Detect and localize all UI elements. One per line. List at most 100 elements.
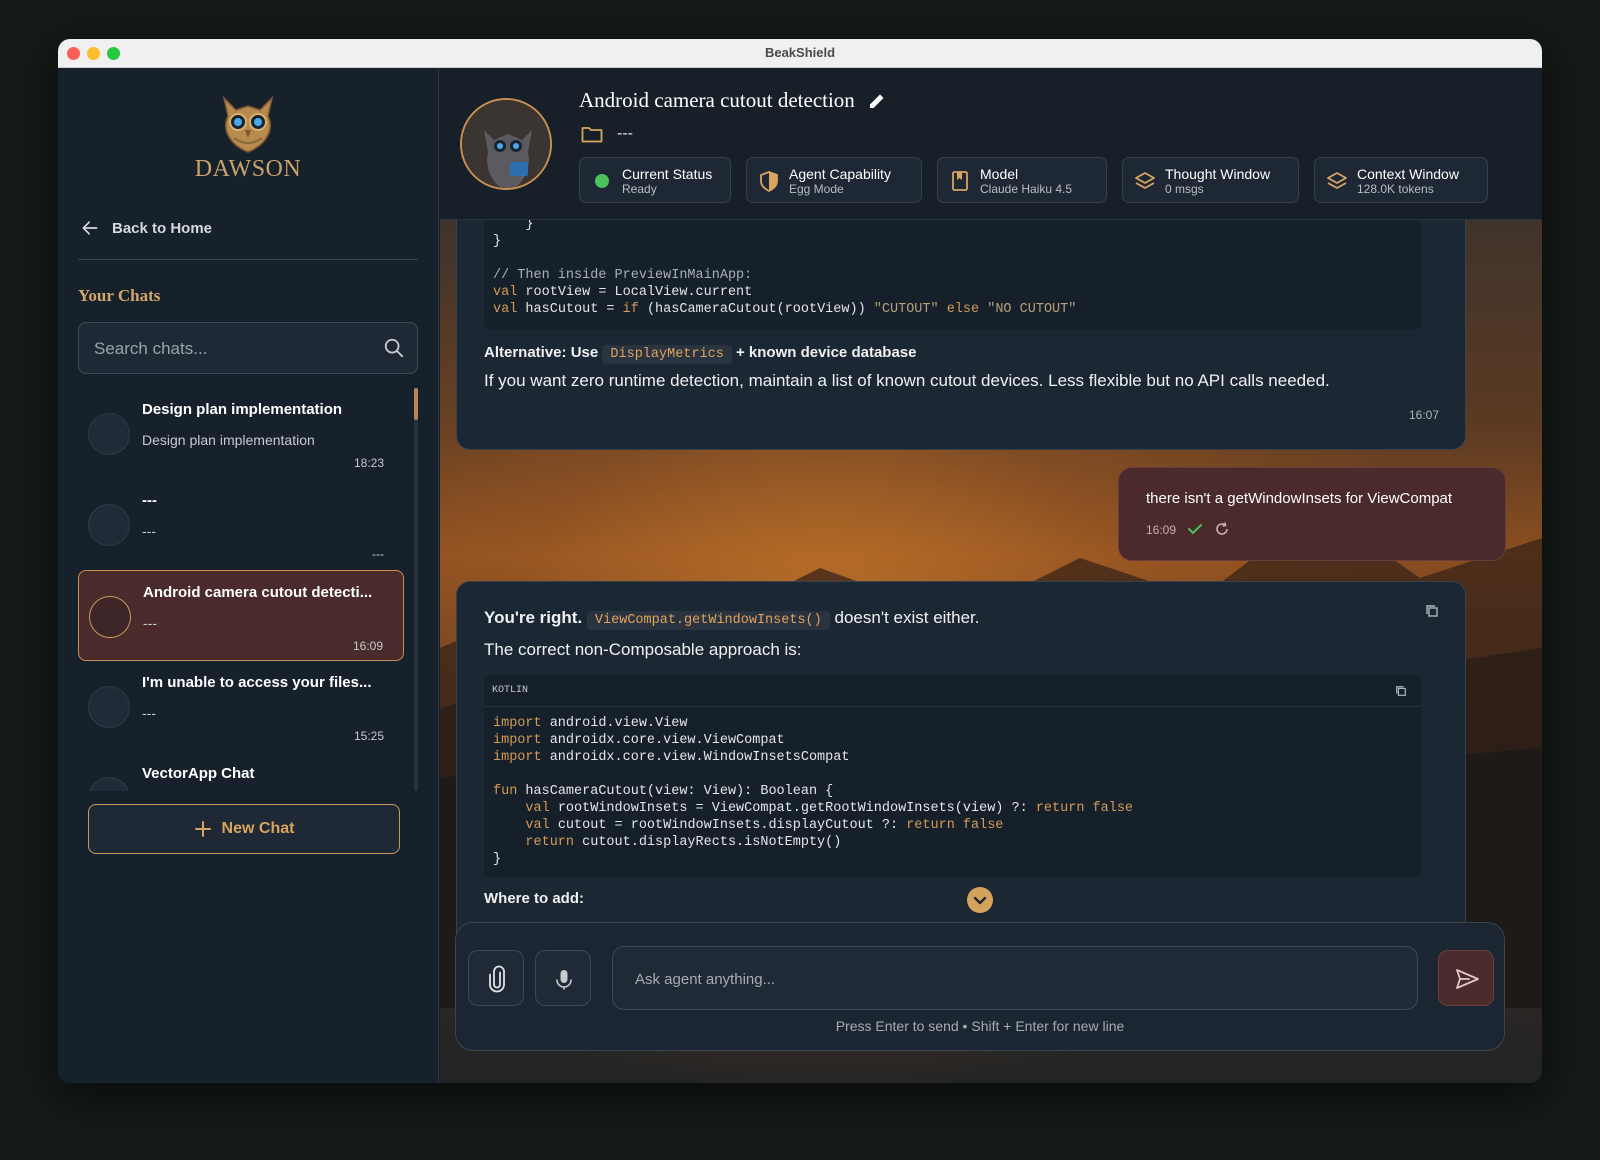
composer-hint: Press Enter to send • Shift + Enter for …	[835, 1018, 1125, 1034]
user-message: there isn't a getWindowInsets for ViewCo…	[1118, 467, 1506, 561]
alt-suffix: + known device database	[735, 344, 917, 361]
message-input-wrapper	[612, 946, 1418, 1010]
new-chat-label: New Chat	[221, 820, 295, 837]
search-icon[interactable]	[383, 337, 405, 359]
plus-icon	[194, 821, 211, 837]
lead-strong: You're right.	[484, 608, 583, 627]
code-line: val cutout = rootWindowInsets.displayCut…	[525, 818, 1004, 833]
layers-icon	[1135, 172, 1155, 189]
code-line: fun hasCameraCutout(view: View): Boolean…	[493, 784, 834, 799]
lead-suffix: doesn't exist either.	[834, 608, 980, 627]
send-button[interactable]	[1438, 950, 1494, 1006]
chat-list: Design plan implementation Design plan i…	[78, 388, 408, 791]
chat-preview: ---	[142, 705, 156, 721]
code-line: }	[493, 852, 502, 867]
chat-avatar	[88, 413, 130, 455]
microphone-icon	[556, 970, 572, 990]
chat-name: Design plan implementation	[142, 401, 343, 418]
stat-value: Ready	[622, 182, 657, 196]
code-line: val hasCutout = if (hasCameraCutout(root…	[493, 302, 1077, 317]
stat-current-status: Current Status Ready	[579, 157, 731, 203]
code-content: } } // Then inside PreviewInMainApp: val…	[493, 220, 1076, 318]
chat-preview: Design plan implementation	[142, 432, 315, 448]
code-block-header: KOTLIN	[484, 675, 1421, 707]
owl-knight-avatar-icon	[462, 100, 550, 188]
new-chat-button[interactable]: New Chat	[88, 804, 400, 854]
chat-item[interactable]: --- --- ---	[78, 479, 404, 570]
chat-avatar	[89, 596, 131, 638]
stat-value: 128.0K tokens	[1357, 182, 1434, 196]
chat-item[interactable]: VectorApp Chat	[78, 752, 404, 791]
owl-logo-icon	[222, 95, 274, 153]
code-line: }	[493, 234, 502, 249]
chat-name: Android camera cutout detecti...	[143, 584, 373, 601]
chat-preview: ---	[142, 523, 156, 539]
chat-time: 15:25	[353, 729, 384, 743]
stat-model: Model Claude Haiku 4.5	[937, 157, 1107, 203]
arrow-left-icon	[82, 221, 98, 235]
stat-thought-window: Thought Window 0 msgs	[1122, 157, 1299, 203]
stat-agent-capability: Agent Capability Egg Mode	[746, 157, 922, 203]
code-line: val rootView = LocalView.current	[493, 285, 753, 300]
stat-value: Claude Haiku 4.5	[980, 182, 1073, 196]
chat-title: Android camera cutout detection	[579, 88, 887, 113]
code-line: // Then inside PreviewInMainApp:	[493, 268, 753, 283]
assistant-message: } } // Then inside PreviewInMainApp: val…	[456, 220, 1466, 450]
chat-avatar	[88, 504, 130, 546]
stat-label: Thought Window	[1165, 166, 1271, 182]
retry-icon[interactable]	[1215, 522, 1229, 536]
chat-item[interactable]: I'm unable to access your files... --- 1…	[78, 661, 404, 752]
message-input[interactable]	[635, 965, 1395, 993]
alternative-line: Alternative: Use DisplayMetrics + known …	[484, 344, 917, 364]
search-input[interactable]	[94, 336, 364, 362]
attach-button[interactable]	[468, 950, 524, 1006]
code-language: KOTLIN	[492, 685, 529, 696]
assistant-message: You're right. ViewCompat.getWindowInsets…	[456, 581, 1466, 941]
chat-item-active[interactable]: Android camera cutout detecti... --- 16:…	[78, 570, 404, 661]
chat-main: Android camera cutout detection --- Curr…	[440, 68, 1542, 1083]
copy-code-icon[interactable]	[1395, 685, 1407, 697]
layers-icon	[1327, 172, 1347, 189]
inline-code: ViewCompat.getWindowInsets()	[586, 611, 830, 630]
search-chats	[78, 322, 418, 374]
agent-avatar	[460, 98, 552, 190]
folder-row[interactable]: ---	[581, 125, 633, 143]
code-content: import android.view.View import androidx…	[493, 715, 1133, 868]
response-lead: You're right. ViewCompat.getWindowInsets…	[484, 608, 980, 630]
chat-avatar	[88, 777, 130, 791]
alt-prefix: Alternative: Use	[484, 344, 599, 361]
code-line: return cutout.displayRects.isNotEmpty()	[525, 835, 842, 850]
folder-name: ---	[617, 125, 633, 142]
message-paragraph: If you want zero runtime detection, main…	[484, 371, 1330, 390]
paperclip-icon	[489, 965, 505, 993]
inline-code: DisplayMetrics	[602, 345, 732, 364]
stat-context-window: Context Window 128.0K tokens	[1314, 157, 1488, 203]
chat-item[interactable]: Design plan implementation Design plan i…	[78, 388, 404, 479]
stat-label: Context Window	[1357, 166, 1459, 182]
stat-value: Egg Mode	[789, 182, 844, 196]
edit-pencil-icon[interactable]	[867, 91, 887, 111]
stat-value: 0 msgs	[1165, 182, 1204, 196]
microphone-button[interactable]	[535, 950, 591, 1006]
your-chats-heading: Your Chats	[78, 286, 161, 305]
bookmark-icon	[952, 171, 968, 191]
scroll-to-bottom-button[interactable]	[967, 887, 993, 913]
back-to-home-link[interactable]: Back to Home	[80, 218, 212, 238]
brand-name: DAWSON	[194, 156, 302, 182]
copy-icon[interactable]	[1425, 604, 1439, 618]
chat-list-scrollbar[interactable]	[414, 388, 418, 791]
chat-header: Android camera cutout detection --- Curr…	[440, 68, 1542, 220]
status-dot-icon	[595, 174, 609, 188]
code-block: KOTLIN import android.view.View import a…	[484, 675, 1421, 877]
chat-name: I'm unable to access your files...	[142, 674, 372, 691]
where-to-add-heading: Where to add:	[484, 890, 584, 907]
chevron-down-icon	[973, 896, 987, 905]
user-message-text: there isn't a getWindowInsets for ViewCo…	[1146, 490, 1453, 507]
scrollbar-thumb[interactable]	[414, 388, 418, 420]
chat-time: 16:09	[352, 639, 383, 653]
chat-title-text: Android camera cutout detection	[579, 88, 855, 112]
user-message-time: 16:09	[1146, 522, 1229, 537]
code-line: val rootWindowInsets = ViewCompat.getRoo…	[525, 801, 1134, 816]
message-time: 16:09	[1146, 523, 1177, 537]
back-label: Back to Home	[112, 219, 213, 237]
